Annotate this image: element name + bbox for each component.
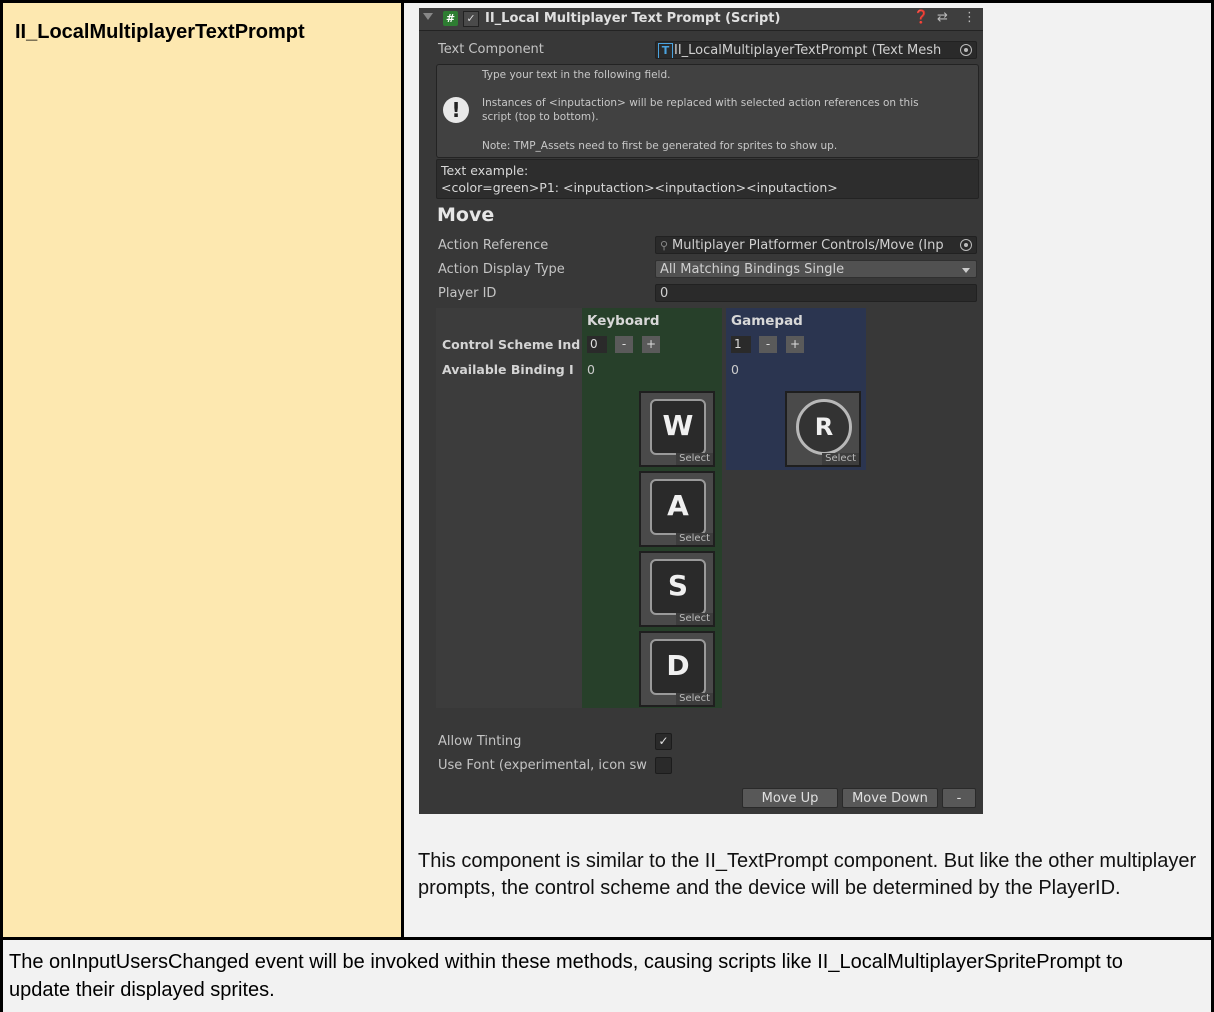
increment-button[interactable]: + [786, 336, 804, 353]
allow-tinting-label: Allow Tinting [438, 734, 522, 749]
select-label[interactable]: Select [822, 453, 859, 465]
text-component-value: II_LocalMultiplayerTextPrompt (Text Mesh [674, 43, 942, 58]
unity-inspector-screenshot: # ✓ II_Local Multiplayer Text Prompt (Sc… [419, 8, 983, 814]
text-mesh-icon: T [658, 43, 673, 58]
gamepad-right-stick-icon: R [796, 399, 852, 455]
help-box: ! Type your text in the following field.… [436, 64, 979, 158]
player-id-label: Player ID [438, 286, 497, 301]
help-icon[interactable]: ❓ [913, 10, 929, 25]
available-binding-value: 0 [731, 362, 739, 377]
text-component-field[interactable]: T II_LocalMultiplayerTextPrompt (Text Me… [655, 41, 977, 59]
text-example-line: <color=green>P1: <inputaction><inputacti… [441, 180, 838, 195]
help-line: Type your text in the following field. [482, 69, 671, 81]
key-sprite-a[interactable]: A Select [639, 471, 715, 547]
foldout-arrow-icon[interactable] [423, 13, 433, 20]
component-name-cell: II_LocalMultiplayerTextPrompt [0, 0, 404, 940]
use-font-label: Use Font (experimental, icon sw [438, 758, 647, 773]
warning-icon: ! [443, 97, 469, 123]
preset-icon[interactable]: ⇄ [937, 10, 948, 25]
action-display-type-value: All Matching Bindings Single [660, 262, 845, 277]
key-sprite-w[interactable]: W Select [639, 391, 715, 467]
script-icon: # [443, 11, 458, 26]
keyboard-s-icon: S [650, 559, 706, 615]
keyboard-a-icon: A [650, 479, 706, 535]
component-name: II_LocalMultiplayerTextPrompt [15, 21, 305, 43]
input-action-icon: ⚲ [660, 239, 669, 252]
key-sprite-right-stick[interactable]: R Select [785, 391, 861, 467]
column-header: Gamepad [731, 313, 803, 329]
chevron-down-icon [962, 268, 970, 273]
document-table: II_LocalMultiplayerTextPrompt # ✓ II_Loc… [0, 0, 1214, 1012]
text-example-line: Text example: [441, 163, 529, 178]
key-sprite-d[interactable]: D Select [639, 631, 715, 707]
context-menu-icon[interactable]: ⋮ [963, 10, 976, 25]
scheme-index-field[interactable]: 0 [587, 336, 607, 353]
footer-text: The onInputUsersChanged event will be in… [9, 951, 1123, 1001]
scheme-index-field[interactable]: 1 [731, 336, 751, 353]
allow-tinting-checkbox[interactable]: ✓ [655, 733, 672, 750]
available-binding-value: 0 [587, 362, 595, 377]
keyboard-column: Keyboard 0 - + 0 W Select A Select S Sel… [582, 308, 722, 708]
gamepad-column: Gamepad 1 - + 0 R Select [726, 308, 866, 470]
select-label[interactable]: Select [676, 453, 713, 465]
player-id-field[interactable]: 0 [655, 284, 977, 302]
select-label[interactable]: Select [676, 533, 713, 545]
component-title: II_Local Multiplayer Text Prompt (Script… [485, 11, 781, 26]
help-line: Instances of <inputaction> will be repla… [482, 97, 919, 109]
available-binding-label: Available Binding I [442, 362, 574, 377]
action-display-type-dropdown[interactable]: All Matching Bindings Single [655, 260, 977, 278]
column-header: Keyboard [587, 313, 660, 329]
text-example-field[interactable]: Text example: <color=green>P1: <inputact… [436, 159, 979, 199]
control-scheme-index-label: Control Scheme Ind [442, 337, 581, 352]
remove-button[interactable]: - [942, 788, 976, 808]
help-line: script (top to bottom). [482, 111, 599, 123]
move-up-button[interactable]: Move Up [742, 788, 838, 808]
component-description: This component is similar to the II_Text… [418, 850, 1197, 899]
move-down-button[interactable]: Move Down [842, 788, 938, 808]
object-picker-icon[interactable] [960, 239, 972, 251]
component-header[interactable]: # ✓ II_Local Multiplayer Text Prompt (Sc… [419, 8, 983, 31]
help-line: Note: TMP_Assets need to first be genera… [482, 140, 838, 152]
keyboard-w-icon: W [650, 399, 706, 455]
action-display-type-label: Action Display Type [438, 262, 565, 277]
use-font-checkbox[interactable] [655, 757, 672, 774]
key-sprite-s[interactable]: S Select [639, 551, 715, 627]
footer-cell: The onInputUsersChanged event will be in… [0, 940, 1214, 1012]
select-label[interactable]: Select [676, 693, 713, 705]
decrement-button[interactable]: - [615, 336, 633, 353]
object-picker-icon[interactable] [960, 44, 972, 56]
action-reference-field[interactable]: ⚲ Multiplayer Platformer Controls/Move (… [655, 236, 977, 254]
increment-button[interactable]: + [642, 336, 660, 353]
text-component-label: Text Component [438, 42, 544, 57]
keyboard-d-icon: D [650, 639, 706, 695]
decrement-button[interactable]: - [759, 336, 777, 353]
section-title: Move [437, 204, 495, 226]
action-reference-value: Multiplayer Platformer Controls/Move (In… [672, 238, 944, 253]
enabled-checkbox[interactable]: ✓ [463, 11, 479, 27]
action-reference-label: Action Reference [438, 238, 549, 253]
select-label[interactable]: Select [676, 613, 713, 625]
